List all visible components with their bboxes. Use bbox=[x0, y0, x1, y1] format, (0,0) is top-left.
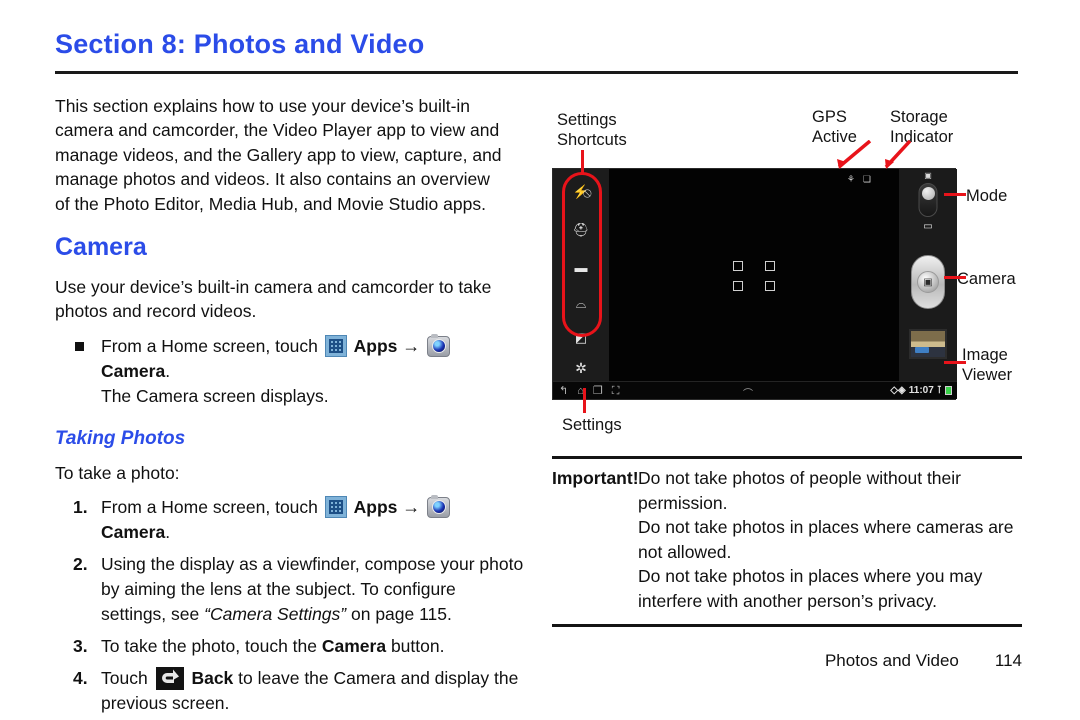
footer-page-number: 114 bbox=[994, 651, 1022, 670]
camera-icon bbox=[427, 494, 451, 518]
important-bottom-divider bbox=[552, 624, 1022, 627]
taking-photos-steps: 1. From a Home screen, touch Apps → Came… bbox=[55, 494, 525, 716]
apps-icon bbox=[324, 334, 347, 357]
camera-camcorder-toggle[interactable] bbox=[918, 183, 938, 217]
footer-chapter: Photos and Video bbox=[824, 651, 959, 670]
shutter-inner-icon[interactable]: ▣ bbox=[917, 271, 939, 293]
important-label: Important! bbox=[552, 468, 639, 488]
camera-heading: Camera bbox=[55, 233, 147, 262]
left-column: Section 8: Photos and Video This section… bbox=[55, 29, 1018, 720]
camera-label: Camera bbox=[101, 521, 166, 542]
apps-label: Apps bbox=[353, 496, 398, 517]
step-text: To take the photo, touch the bbox=[101, 635, 322, 656]
step-text: From a Home screen, touch bbox=[101, 496, 318, 517]
signal-icon: ⊺ bbox=[936, 385, 942, 396]
status-clock: 11:07 bbox=[908, 385, 934, 396]
bullet-text-follow: The Camera screen displays. bbox=[101, 385, 329, 406]
page-title: Section 8: Photos and Video bbox=[55, 29, 425, 59]
step-number: 3. bbox=[73, 635, 88, 656]
list-item: 4. Touch Back to leave the Camera and di… bbox=[55, 666, 525, 716]
step-text: Touch bbox=[101, 667, 148, 688]
android-nav-bar[interactable]: ↰⌂❐⛶ ⌒ ◇◈ 11:07 ⊺ bbox=[553, 381, 957, 400]
label-settings-shortcuts: Settings Shortcuts bbox=[557, 111, 627, 149]
focus-brackets-icon bbox=[733, 261, 775, 291]
label-image-viewer: Image Viewer bbox=[962, 346, 1013, 384]
annotation-leader-image-viewer bbox=[944, 361, 966, 364]
step-text-tail: button. bbox=[386, 635, 445, 656]
list-item: From a Home screen, touch Apps → Camera.… bbox=[55, 333, 525, 409]
period: . bbox=[165, 521, 171, 542]
annotation-oval-settings-shortcuts bbox=[562, 172, 602, 337]
storage-indicator-icon: ❏ bbox=[862, 174, 871, 184]
camera-icon bbox=[427, 333, 451, 357]
title-divider bbox=[55, 70, 1018, 74]
important-line: Do not take photos in places where camer… bbox=[638, 517, 1014, 562]
apps-icon bbox=[324, 495, 347, 518]
nav-handle-icon: ⌒ bbox=[743, 389, 753, 400]
annotation-arrow-gps bbox=[837, 140, 872, 169]
page-footer: Photos and Video 114 bbox=[552, 651, 1022, 671]
taking-photos-leadin: To take a photo: bbox=[55, 462, 180, 483]
gps-active-icon: ⚘ bbox=[846, 174, 855, 184]
camera-label: Camera bbox=[101, 360, 166, 381]
mode-camera-glyph-icon: ▣ bbox=[924, 171, 932, 180]
viewfinder-area[interactable]: ⚘ ❏ bbox=[609, 169, 899, 383]
tablet-camera-screenshot: ⚡⃠ ⛑ ▬ ⌓ ◩ ✲ ⚘ ❏ ▣ ▭ ▣ bbox=[552, 168, 957, 400]
camera-bold-label: Camera bbox=[321, 635, 387, 656]
label-mode: Mode bbox=[966, 187, 1008, 205]
image-viewer-thumbnail[interactable] bbox=[909, 329, 947, 359]
shutter-button[interactable]: ▣ bbox=[911, 255, 945, 309]
apps-label: Apps bbox=[353, 335, 398, 356]
important-top-divider bbox=[552, 456, 1022, 459]
step-quote: “Camera Settings” bbox=[204, 603, 347, 624]
camera-bullet-list: From a Home screen, touch Apps → Camera.… bbox=[55, 333, 525, 409]
gear-icon[interactable]: ✲ bbox=[575, 361, 587, 375]
arrow-right-icon: → bbox=[402, 335, 421, 356]
manual-page: Section 8: Photos and Video This section… bbox=[0, 0, 1080, 720]
nav-bar-icons[interactable]: ↰⌂❐⛶ bbox=[559, 384, 628, 398]
taking-photos-heading: Taking Photos bbox=[55, 427, 186, 449]
bullet-square-icon bbox=[75, 341, 84, 351]
annotation-leader-settings-shortcuts bbox=[581, 150, 584, 174]
label-camera: Camera bbox=[957, 270, 1016, 288]
back-bold-label: Back bbox=[191, 667, 234, 688]
step-text-tail: on page 115. bbox=[346, 603, 452, 624]
toggle-knob[interactable] bbox=[921, 187, 935, 200]
list-item: 1. From a Home screen, touch Apps → Came… bbox=[55, 494, 525, 545]
important-note: Important! Do not take photos of people … bbox=[552, 466, 1022, 613]
intro-paragraph: This section explains how to use your de… bbox=[55, 95, 502, 214]
arrow-right-icon: → bbox=[402, 496, 421, 517]
important-line: Do not take photos of people without the… bbox=[638, 468, 961, 513]
status-sync-icon: ◇◈ bbox=[890, 385, 906, 396]
annotation-leader-mode bbox=[944, 193, 966, 196]
camera-paragraph: Use your device’s built-in camera and ca… bbox=[55, 276, 492, 322]
important-line: Do not take photos in places where you m… bbox=[638, 566, 983, 611]
step-number: 2. bbox=[73, 553, 88, 574]
label-settings: Settings bbox=[562, 416, 622, 434]
list-item: 3. To take the photo, touch the Camera b… bbox=[55, 634, 525, 659]
bullet-text-pre: From a Home screen, touch bbox=[101, 335, 318, 356]
annotation-leader-camera bbox=[944, 276, 966, 279]
status-bar-right: ◇◈ 11:07 ⊺ bbox=[890, 385, 952, 396]
step-number: 4. bbox=[73, 667, 88, 688]
back-icon bbox=[155, 666, 184, 690]
mode-camcorder-glyph-icon: ▭ bbox=[923, 221, 933, 232]
list-item: 2. Using the display as a viewfinder, co… bbox=[55, 552, 525, 627]
battery-icon bbox=[945, 386, 952, 395]
step-number: 1. bbox=[73, 496, 88, 517]
annotation-leader-settings bbox=[583, 388, 586, 413]
annotation-arrow-storage bbox=[884, 140, 912, 169]
period: . bbox=[165, 360, 171, 381]
